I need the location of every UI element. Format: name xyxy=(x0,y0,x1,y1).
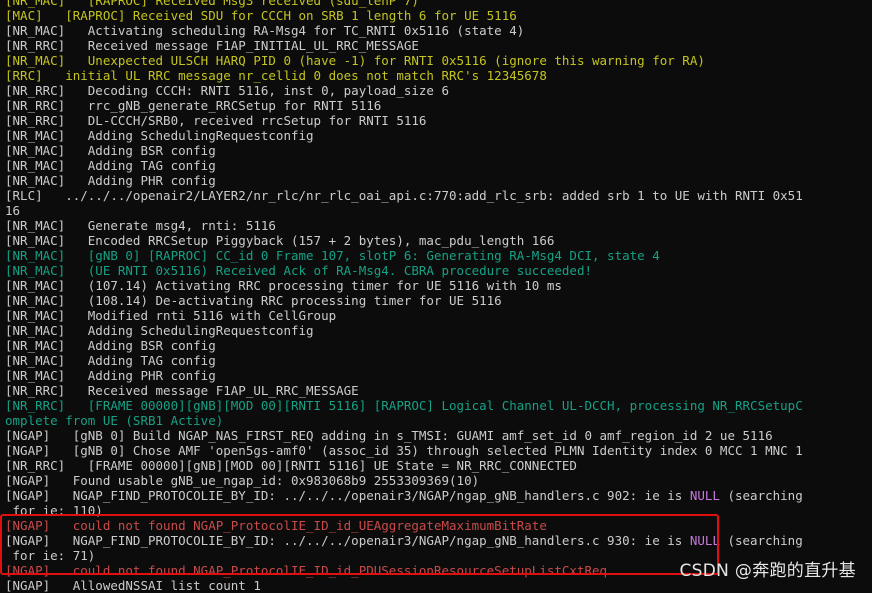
log-text: [NR_MAC] [gNB 0] [RAPROC] CC_id 0 Frame … xyxy=(5,248,660,263)
log-text: [NR_MAC] Unexpected ULSCH HARQ PID 0 (ha… xyxy=(5,53,705,68)
log-text: [NR_RRC] [FRAME 00000][gNB][MOD 00][RNTI… xyxy=(5,398,803,413)
csdn-watermark: CSDN @奔跑的直升基 xyxy=(679,561,856,581)
log-line: [RLC] ../../../openair2/LAYER2/nr_rlc/nr… xyxy=(5,188,867,203)
log-text: [NGAP] could not found NGAP_ProtocolIE_I… xyxy=(5,518,547,533)
log-line: for ie: 110) xyxy=(5,503,867,518)
log-line: [NR_MAC] Encoded RRCSetup Piggyback (157… xyxy=(5,233,867,248)
terminal-output: [NR_MAC] [RAPROC] Received Msg3 received… xyxy=(5,0,867,593)
log-text: [NR_MAC] Adding TAG config xyxy=(5,158,216,173)
log-text: [NR_MAC] [RAPROC] Received Msg3 received… xyxy=(5,0,419,8)
log-line: [NR_RRC] rrc_gNB_generate_RRCSetup for R… xyxy=(5,98,867,113)
log-line: [NR_MAC] [gNB 0] [RAPROC] CC_id 0 Frame … xyxy=(5,248,867,263)
log-text: (searching xyxy=(719,488,803,503)
log-text: [NGAP] [gNB 0] Build NGAP_NAS_FIRST_REQ … xyxy=(5,428,773,443)
log-line: [NGAP] [gNB 0] Chose AMF 'open5gs-amf0' … xyxy=(5,443,867,458)
log-line: [NGAP] Found usable gNB_ue_ngap_id: 0x98… xyxy=(5,473,867,488)
log-text: [NR_MAC] (108.14) De-activating RRC proc… xyxy=(5,293,502,308)
log-line: [NR_RRC] Received message F1AP_UL_RRC_ME… xyxy=(5,383,867,398)
log-line: [NR_MAC] Adding BSR config xyxy=(5,143,867,158)
log-text: for ie: 71) xyxy=(5,548,96,563)
log-line: [NR_MAC] Adding PHR config xyxy=(5,368,867,383)
log-line: [NR_RRC] [FRAME 00000][gNB][MOD 00][RNTI… xyxy=(5,398,867,413)
log-line: [NR_MAC] Adding TAG config xyxy=(5,353,867,368)
log-text: [NR_MAC] Generate msg4, rnti: 5116 xyxy=(5,218,276,233)
log-text: [NR_RRC] DL-CCCH/SRB0, received rrcSetup… xyxy=(5,113,427,128)
log-text: [NR_MAC] Adding SchedulingRequestconfig xyxy=(5,128,314,143)
log-text: [RLC] ../../../openair2/LAYER2/nr_rlc/nr… xyxy=(5,188,803,203)
log-text: [NR_RRC] [FRAME 00000][gNB][MOD 00][RNTI… xyxy=(5,458,577,473)
log-line: [NGAP] [gNB 0] Build NGAP_NAS_FIRST_REQ … xyxy=(5,428,867,443)
log-line: [NR_MAC] Generate msg4, rnti: 5116 xyxy=(5,218,867,233)
log-line: [NR_RRC] Received message F1AP_INITIAL_U… xyxy=(5,38,867,53)
log-text: [NR_MAC] Adding TAG config xyxy=(5,353,216,368)
log-text: [NR_MAC] (107.14) Activating RRC process… xyxy=(5,278,562,293)
log-text: [NR_MAC] Adding BSR config xyxy=(5,143,216,158)
log-text: [NGAP] NGAP_FIND_PROTOCOLIE_BY_ID: ../..… xyxy=(5,533,690,548)
log-line: [NR_MAC] Adding SchedulingRequestconfig xyxy=(5,323,867,338)
log-text: [NR_MAC] Adding PHR config xyxy=(5,368,216,383)
log-line: [NR_MAC] Activating scheduling RA-Msg4 f… xyxy=(5,23,867,38)
log-line: [NR_MAC] Unexpected ULSCH HARQ PID 0 (ha… xyxy=(5,53,867,68)
log-line: [NR_MAC] (UE RNTI 0x5116) Received Ack o… xyxy=(5,263,867,278)
log-line: [NR_MAC] Modified rnti 5116 with CellGro… xyxy=(5,308,867,323)
log-line: [NGAP] could not found NGAP_ProtocolIE_I… xyxy=(5,518,867,533)
log-text: [NGAP] NGAP_FIND_PROTOCOLIE_BY_ID: ../..… xyxy=(5,488,690,503)
log-text: (searching xyxy=(719,533,803,548)
log-text: [NR_MAC] Adding SchedulingRequestconfig xyxy=(5,323,314,338)
log-line: [NR_MAC] (107.14) Activating RRC process… xyxy=(5,278,867,293)
log-text: [NR_RRC] Received message F1AP_UL_RRC_ME… xyxy=(5,383,359,398)
log-text: [NR_RRC] rrc_gNB_generate_RRCSetup for R… xyxy=(5,98,382,113)
log-text: [NGAP] could not found NGAP_ProtocolIE_I… xyxy=(5,563,608,578)
log-line: [NR_RRC] [FRAME 00000][gNB][MOD 00][RNTI… xyxy=(5,458,867,473)
log-line: [NGAP] NGAP_FIND_PROTOCOLIE_BY_ID: ../..… xyxy=(5,488,867,503)
log-line: [NR_RRC] DL-CCCH/SRB0, received rrcSetup… xyxy=(5,113,867,128)
log-line: [NR_MAC] Adding PHR config xyxy=(5,173,867,188)
log-line: [NR_RRC] Decoding CCCH: RNTI 5116, inst … xyxy=(5,83,867,98)
log-text: [NR_RRC] Decoding CCCH: RNTI 5116, inst … xyxy=(5,83,450,98)
log-text: [NR_RRC] Received message F1AP_INITIAL_U… xyxy=(5,38,419,53)
log-line: [NR_MAC] [RAPROC] Received Msg3 received… xyxy=(5,0,867,8)
log-text: [RRC] initial UL RRC message nr_cellid 0… xyxy=(5,68,547,83)
log-text: [NR_MAC] (UE RNTI 0x5116) Received Ack o… xyxy=(5,263,592,278)
log-text: [NGAP] Found usable gNB_ue_ngap_id: 0x98… xyxy=(5,473,480,488)
log-text: [NGAP] [gNB 0] Chose AMF 'open5gs-amf0' … xyxy=(5,443,803,458)
log-text: [NR_MAC] Adding PHR config xyxy=(5,173,216,188)
log-text: omplete from UE (SRB1 Active) xyxy=(5,413,224,428)
log-line: [NR_MAC] Adding SchedulingRequestconfig xyxy=(5,128,867,143)
log-line: 16 xyxy=(5,203,867,218)
log-line: omplete from UE (SRB1 Active) xyxy=(5,413,867,428)
log-text: [NR_MAC] Modified rnti 5116 with CellGro… xyxy=(5,308,337,323)
log-null-keyword: NULL xyxy=(689,488,720,503)
log-line: [MAC] [RAPROC] Received SDU for CCCH on … xyxy=(5,8,867,23)
log-text: [MAC] [RAPROC] Received SDU for CCCH on … xyxy=(5,8,517,23)
log-text: [NR_MAC] Activating scheduling RA-Msg4 f… xyxy=(5,23,525,38)
log-line: [NR_MAC] Adding BSR config xyxy=(5,338,867,353)
log-line: [NR_MAC] Adding TAG config xyxy=(5,158,867,173)
log-text: for ie: 110) xyxy=(5,503,103,518)
log-text: [NR_MAC] Encoded RRCSetup Piggyback (157… xyxy=(5,233,555,248)
log-text: 16 xyxy=(5,203,21,218)
log-text: [NR_MAC] Adding BSR config xyxy=(5,338,216,353)
log-line: [RRC] initial UL RRC message nr_cellid 0… xyxy=(5,68,867,83)
log-line: [NR_MAC] (108.14) De-activating RRC proc… xyxy=(5,293,867,308)
log-line: [NGAP] NGAP_FIND_PROTOCOLIE_BY_ID: ../..… xyxy=(5,533,867,548)
log-null-keyword: NULL xyxy=(689,533,720,548)
log-text: [NGAP] AllowedNSSAI list count 1 xyxy=(5,578,261,593)
